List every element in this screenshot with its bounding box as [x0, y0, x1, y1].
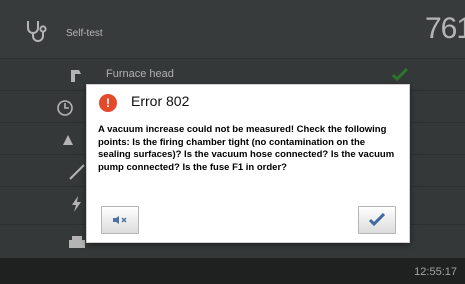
ok-button[interactable] [358, 206, 396, 234]
checkmark-icon [369, 213, 385, 227]
speaker-mute-icon [113, 216, 127, 224]
error-dialog: ! Error 802 A vacuum increase could not … [86, 84, 410, 243]
mute-button[interactable] [101, 206, 139, 234]
screen: Self-test 761 Furnace head 12:55:17 ! Er… [0, 0, 465, 284]
dialog-message: A vacuum increase could not be measured!… [98, 124, 395, 173]
error-info-icon: ! [99, 94, 117, 112]
dialog-title: Error 802 [131, 93, 190, 109]
